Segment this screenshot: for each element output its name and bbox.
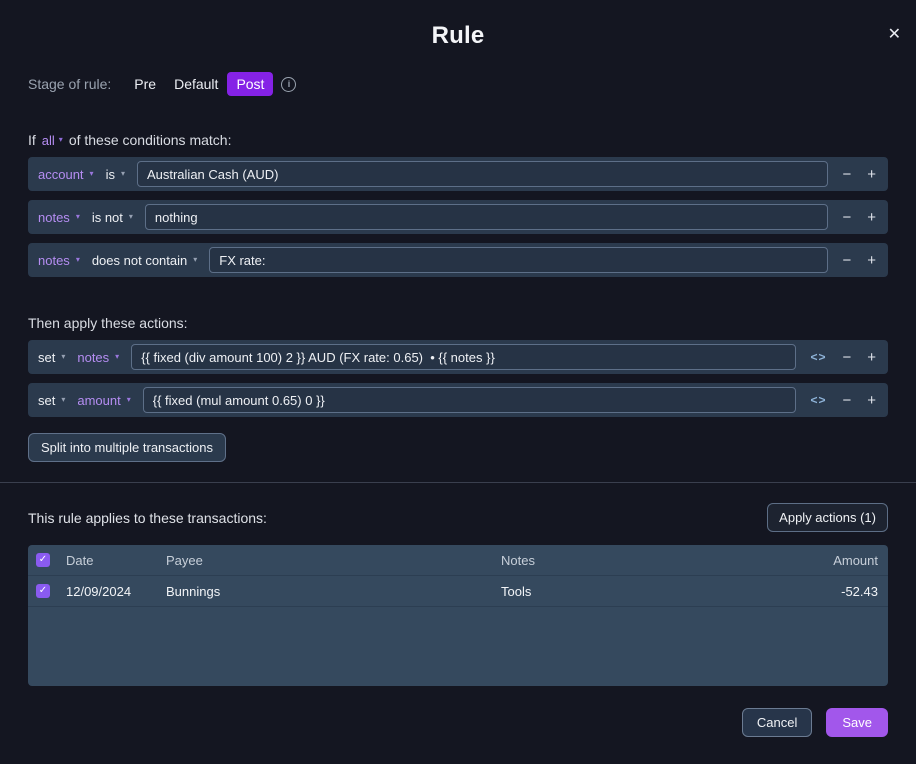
condition-row: notes▾ does not contain▾ − + <box>28 243 888 277</box>
stage-option-post[interactable]: Post <box>227 72 273 96</box>
action-verb-select[interactable]: set▾ <box>38 393 65 408</box>
chevron-down-icon: ▾ <box>193 256 197 264</box>
remove-condition-icon[interactable]: − <box>840 210 853 225</box>
condition-field-select[interactable]: account▾ <box>38 167 94 182</box>
add-condition-icon[interactable]: + <box>865 210 878 225</box>
info-icon[interactable]: i <box>281 77 296 92</box>
chevron-down-icon: ▾ <box>76 256 80 264</box>
condition-value-input[interactable] <box>145 204 829 230</box>
split-transactions-button[interactable]: Split into multiple transactions <box>28 433 226 462</box>
transaction-payee: Bunnings <box>166 584 501 599</box>
rule-dialog: Rule ✕ Stage of rule: Pre Default Post i… <box>0 0 916 764</box>
conditions-intro-prefix: If <box>28 132 36 148</box>
close-icon[interactable]: ✕ <box>888 27 901 43</box>
column-header-notes: Notes <box>501 553 786 568</box>
stage-row: Stage of rule: Pre Default Post i <box>0 72 916 96</box>
condition-op-select[interactable]: is not▾ <box>92 210 133 225</box>
formula-code-icon[interactable]: <> <box>808 351 828 363</box>
dialog-title: Rule <box>0 22 916 50</box>
condition-value-input[interactable] <box>137 161 829 187</box>
transactions-header: This rule applies to these transactions:… <box>0 503 916 532</box>
condition-op-select[interactable]: does not contain▾ <box>92 253 197 268</box>
chevron-down-icon: ▾ <box>129 213 133 221</box>
transaction-amount: -52.43 <box>786 584 878 599</box>
transaction-date: 12/09/2024 <box>66 584 166 599</box>
save-button[interactable]: Save <box>826 708 888 737</box>
action-field-select[interactable]: amount▾ <box>77 393 130 408</box>
action-value-input[interactable] <box>143 387 797 413</box>
add-action-icon[interactable]: + <box>865 393 878 408</box>
add-condition-icon[interactable]: + <box>865 167 878 182</box>
transaction-checkbox[interactable]: ✓ <box>36 584 50 598</box>
apply-actions-button[interactable]: Apply actions (1) <box>767 503 888 532</box>
action-verb-select[interactable]: set▾ <box>38 350 65 365</box>
column-header-amount: Amount <box>786 553 878 568</box>
chevron-down-icon: ▾ <box>127 396 131 404</box>
add-condition-icon[interactable]: + <box>865 253 878 268</box>
match-operator-select[interactable]: all ▾ <box>42 133 63 148</box>
section-divider <box>0 482 916 483</box>
chevron-down-icon: ▾ <box>90 170 94 178</box>
chevron-down-icon: ▾ <box>115 353 119 361</box>
action-value-input[interactable] <box>131 344 796 370</box>
stage-option-default[interactable]: Default <box>165 72 227 96</box>
condition-field-select[interactable]: notes▾ <box>38 253 80 268</box>
conditions-intro-suffix: of these conditions match: <box>69 132 232 148</box>
transactions-heading: This rule applies to these transactions: <box>28 510 267 526</box>
column-header-date: Date <box>66 553 166 568</box>
action-row: set▾ notes▾ <> − + <box>28 340 888 374</box>
condition-value-input[interactable] <box>209 247 828 273</box>
chevron-down-icon: ▾ <box>59 136 63 144</box>
transaction-row[interactable]: ✓ 12/09/2024 Bunnings Tools -52.43 <box>28 576 888 607</box>
transaction-notes: Tools <box>501 584 786 599</box>
cancel-button[interactable]: Cancel <box>742 708 812 737</box>
remove-condition-icon[interactable]: − <box>840 253 853 268</box>
table-header-row: ✓ Date Payee Notes Amount <box>28 545 888 576</box>
condition-row: account▾ is▾ − + <box>28 157 888 191</box>
condition-field-select[interactable]: notes▾ <box>38 210 80 225</box>
chevron-down-icon: ▾ <box>76 213 80 221</box>
chevron-down-icon: ▾ <box>121 170 125 178</box>
remove-action-icon[interactable]: − <box>840 350 853 365</box>
stage-label: Stage of rule: <box>28 76 111 92</box>
chevron-down-icon: ▾ <box>61 353 65 361</box>
select-all-checkbox[interactable]: ✓ <box>36 553 50 567</box>
actions-heading: Then apply these actions: <box>0 315 916 331</box>
stage-option-pre[interactable]: Pre <box>125 72 165 96</box>
action-row: set▾ amount▾ <> − + <box>28 383 888 417</box>
remove-action-icon[interactable]: − <box>840 393 853 408</box>
transactions-table: ✓ Date Payee Notes Amount ✓ 12/09/2024 B… <box>28 545 888 686</box>
column-header-payee: Payee <box>166 553 501 568</box>
remove-condition-icon[interactable]: − <box>840 167 853 182</box>
condition-row: notes▾ is not▾ − + <box>28 200 888 234</box>
condition-op-select[interactable]: is▾ <box>106 167 125 182</box>
add-action-icon[interactable]: + <box>865 350 878 365</box>
dialog-footer: Cancel Save <box>742 708 888 737</box>
chevron-down-icon: ▾ <box>61 396 65 404</box>
conditions-intro: If all ▾ of these conditions match: <box>0 132 916 148</box>
formula-code-icon[interactable]: <> <box>808 394 828 406</box>
action-field-select[interactable]: notes▾ <box>77 350 119 365</box>
